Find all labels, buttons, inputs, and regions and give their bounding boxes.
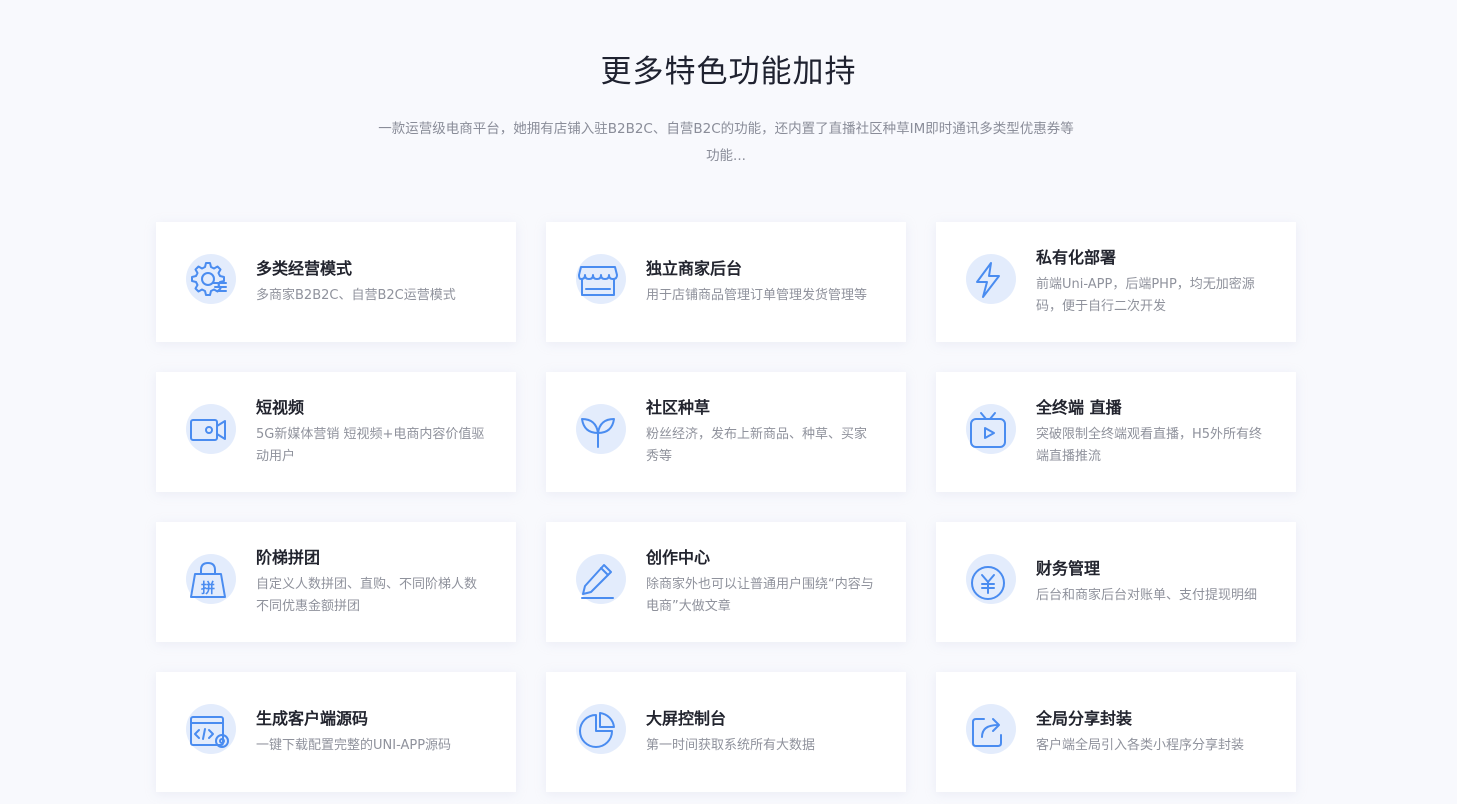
feature-desc: 第一时间获取系统所有大数据	[646, 738, 816, 753]
feature-card-live[interactable]: 全终端 直播 突破限制全终端观看直播，H5外所有终端直播推流	[936, 372, 1296, 492]
feature-desc: 除商家外也可以让普通用户围绕“内容与电商”大做文章	[646, 577, 874, 614]
feature-title: 独立商家后台	[646, 259, 743, 278]
section-title: 更多特色功能加持	[600, 54, 857, 90]
feature-title: 生成客户端源码	[256, 709, 369, 728]
svg-text:拼: 拼	[201, 580, 215, 597]
feature-title: 社区种草	[646, 398, 711, 417]
feature-desc: 客户端全局引入各类小程序分享封装	[1036, 738, 1245, 753]
feature-card-finance[interactable]: 财务管理 后台和商家后台对账单、支付提现明细	[936, 522, 1296, 642]
share-icon	[966, 704, 1022, 760]
feature-card-merchant-backend[interactable]: 独立商家后台 用于店铺商品管理订单管理发货管理等	[546, 222, 906, 342]
feature-card-private-deploy[interactable]: 私有化部署 前端Uni-APP，后端PHP，均无加密源码，便于自行二次开发	[936, 222, 1296, 342]
feature-title: 短视频	[256, 398, 305, 417]
sprout-icon	[576, 404, 632, 460]
feature-desc: 突破限制全终端观看直播，H5外所有终端直播推流	[1036, 427, 1263, 464]
pen-icon	[576, 554, 632, 610]
feature-card-creation[interactable]: 创作中心 除商家外也可以让普通用户围绕“内容与电商”大做文章	[546, 522, 906, 642]
feature-title: 大屏控制台	[646, 709, 727, 728]
feature-desc: 粉丝经济，发布上新商品、种草、买家秀等	[646, 427, 868, 464]
feature-desc: 5G新媒体营销 短视频+电商内容价值驱动用户	[256, 427, 485, 464]
section-subtitle: 一款运营级电商平台，她拥有店铺入驻B2B2C、自营B2C的功能，还内置了直播社区…	[378, 121, 1074, 164]
feature-desc: 后台和商家后台对账单、支付提现明细	[1036, 588, 1258, 603]
yuan-coin-icon	[966, 554, 1022, 610]
feature-card-dashboard[interactable]: 大屏控制台 第一时间获取系统所有大数据	[546, 672, 906, 792]
feature-title: 财务管理	[1036, 559, 1101, 578]
lightning-icon	[966, 254, 1022, 310]
feature-grid: 多类经营模式 多商家B2B2C、自营B2C运营模式 独立商家后台 用于店铺商品管…	[156, 222, 1296, 792]
group-buy-bag-icon: 拼	[186, 554, 242, 610]
video-camera-icon	[186, 404, 242, 460]
feature-desc: 自定义人数拼团、直购、不同阶梯人数不同优惠金额拼团	[256, 577, 478, 614]
feature-title: 多类经营模式	[256, 259, 353, 278]
feature-desc: 用于店铺商品管理订单管理发货管理等	[646, 288, 868, 303]
feature-card-community[interactable]: 社区种草 粉丝经济，发布上新商品、种草、买家秀等	[546, 372, 906, 492]
tv-play-icon	[966, 404, 1022, 460]
feature-title: 阶梯拼团	[256, 548, 321, 567]
feature-title: 创作中心	[646, 548, 711, 567]
gear-settings-icon	[186, 254, 242, 310]
feature-desc: 一键下载配置完整的UNI-APP源码	[256, 738, 452, 753]
feature-card-source-code[interactable]: 生成客户端源码 一键下载配置完整的UNI-APP源码	[156, 672, 516, 792]
code-window-icon	[186, 704, 242, 760]
feature-desc: 前端Uni-APP，后端PHP，均无加密源码，便于自行二次开发	[1036, 277, 1255, 314]
pie-chart-icon	[576, 704, 632, 760]
feature-card-short-video[interactable]: 短视频 5G新媒体营销 短视频+电商内容价值驱动用户	[156, 372, 516, 492]
feature-title: 全局分享封装	[1036, 709, 1133, 728]
storefront-icon	[576, 254, 632, 310]
feature-title: 全终端 直播	[1036, 398, 1122, 417]
feature-desc: 多商家B2B2C、自营B2C运营模式	[256, 288, 456, 303]
feature-card-multi-mode[interactable]: 多类经营模式 多商家B2B2C、自营B2C运营模式	[156, 222, 516, 342]
feature-card-group-buy[interactable]: 拼 阶梯拼团 自定义人数拼团、直购、不同阶梯人数不同优惠金额拼团	[156, 522, 516, 642]
features-section: 更多特色功能加持 一款运营级电商平台，她拥有店铺入驻B2B2C、自营B2C的功能…	[0, 0, 1457, 804]
feature-card-share[interactable]: 全局分享封装 客户端全局引入各类小程序分享封装	[936, 672, 1296, 792]
feature-title: 私有化部署	[1036, 248, 1117, 267]
